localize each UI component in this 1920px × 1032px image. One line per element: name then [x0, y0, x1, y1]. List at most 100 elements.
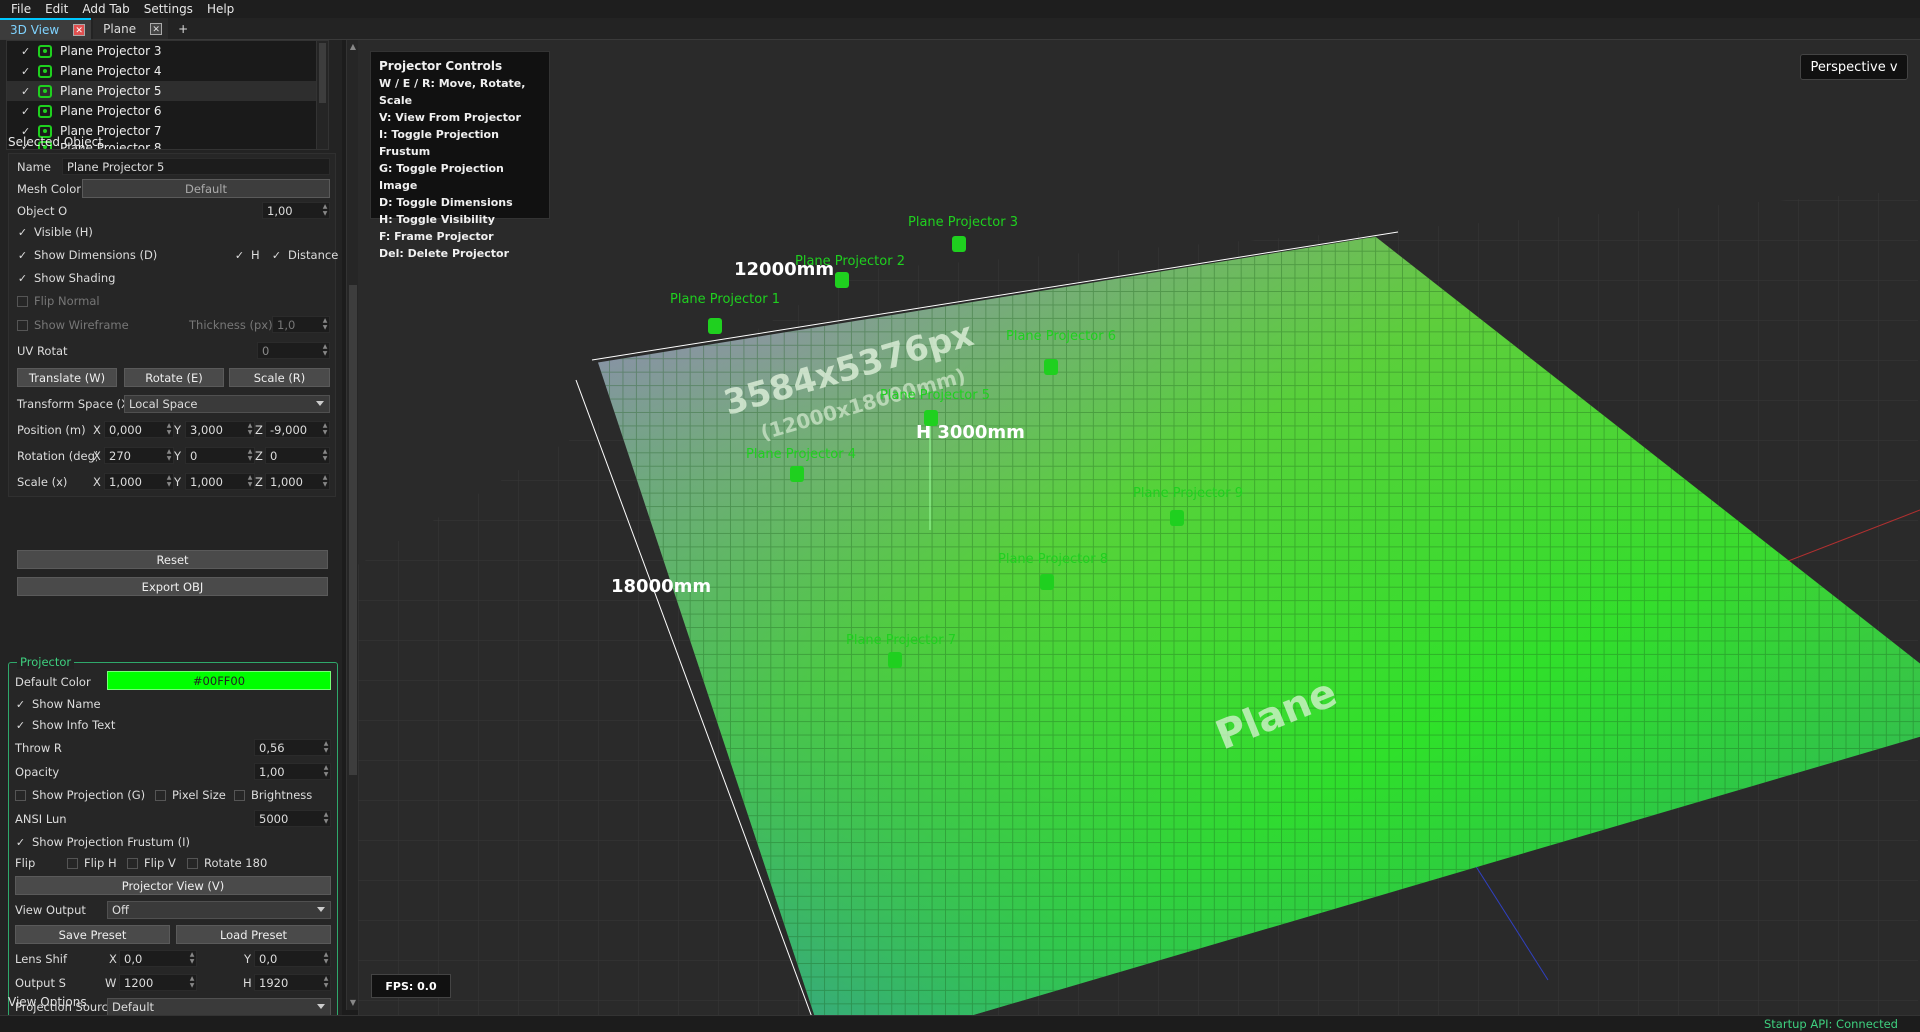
translate-button[interactable]: Translate (W) — [17, 368, 117, 387]
show-name-checkbox[interactable]: ✓ Show Name — [15, 695, 101, 713]
scale-x-stepper[interactable]: 1,000 ▲ ▼ — [104, 473, 174, 490]
pixel-size-checkbox[interactable]: Pixel Size — [155, 786, 226, 804]
spin-arrows-icon[interactable]: ▲ ▼ — [322, 764, 330, 779]
rotation-z-stepper[interactable]: 0 ▲ ▼ — [265, 447, 330, 464]
lens-shift-label: Lens Shif — [15, 952, 68, 966]
position-z-stepper[interactable]: -9,000 ▲ ▼ — [265, 421, 330, 438]
scroll-up-icon[interactable]: ▲ — [348, 42, 358, 52]
checkbox-empty-icon — [155, 789, 166, 801]
brightness-checkbox[interactable]: Brightness — [234, 786, 312, 804]
scrollbar-thumb[interactable] — [319, 43, 326, 103]
transform-space-dropdown[interactable]: Local Space — [124, 395, 330, 413]
spin-arrows-icon[interactable]: ▲ ▼ — [321, 422, 329, 437]
rotate-button[interactable]: Rotate (E) — [124, 368, 224, 387]
show-wireframe-checkbox[interactable]: Show Wireframe — [17, 316, 129, 334]
spin-arrows-icon[interactable]: ▲ ▼ — [321, 203, 329, 218]
checkbox-checked[interactable]: ✓ — [21, 86, 32, 97]
spin-arrows-icon[interactable]: ▲ ▼ — [322, 951, 330, 966]
visible-checkbox[interactable]: ✓ Visible (H) — [17, 223, 93, 241]
ansi-lumens-stepper[interactable]: 5000 ▲ ▼ — [254, 810, 331, 827]
h-checkbox[interactable]: ✓ H — [234, 246, 260, 264]
position-y-stepper[interactable]: 3,000 ▲ ▼ — [185, 421, 255, 438]
spin-arrows-icon[interactable]: ▲ ▼ — [188, 975, 196, 990]
spin-arrows-icon[interactable]: ▲ ▼ — [321, 474, 329, 489]
lens-shift-y-stepper[interactable]: 0,0 ▲ ▼ — [254, 950, 331, 967]
projector-3[interactable]: Plane Projector 3 — [908, 215, 1018, 252]
add-tab-button[interactable]: + — [170, 18, 196, 39]
mesh-color-button[interactable]: Default — [82, 179, 330, 198]
list-item[interactable]: ✓ Plane Projector 3 — [7, 41, 328, 61]
flip-h-checkbox[interactable]: Flip H — [67, 854, 117, 872]
tab-label: Plane — [103, 21, 137, 36]
default-color-button[interactable]: #00FF00 — [107, 671, 331, 690]
output-height-stepper[interactable]: 1920 ▲ ▼ — [254, 974, 331, 991]
uv-rotate-stepper[interactable]: 0 ▲ ▼ — [257, 342, 330, 359]
checkbox-checked[interactable]: ✓ — [21, 46, 32, 57]
tab-3d-view[interactable]: 3D View ✕ — [0, 18, 92, 39]
name-field[interactable]: Plane Projector 5 — [62, 158, 330, 175]
load-preset-button[interactable]: Load Preset — [176, 925, 331, 944]
close-icon[interactable]: ✕ — [73, 23, 86, 36]
position-x-stepper[interactable]: 0,000 ▲ ▼ — [104, 421, 174, 438]
menu-add-tab[interactable]: Add Tab — [75, 2, 136, 16]
menu-help[interactable]: Help — [200, 2, 241, 16]
checkbox-checked[interactable]: ✓ — [21, 106, 32, 117]
spin-arrows-icon[interactable]: ▲ ▼ — [321, 448, 329, 463]
spin-arrows-icon[interactable]: ▲ ▼ — [321, 317, 329, 332]
3d-viewport[interactable]: 12000mm 18000mm H 3000mm 3584x5376px (12… — [358, 40, 1920, 1015]
scroll-down-icon[interactable]: ▼ — [348, 998, 358, 1008]
spin-arrows-icon[interactable]: ▲ ▼ — [321, 343, 329, 358]
flip-normal-checkbox[interactable]: Flip Normal — [17, 292, 100, 310]
list-scrollbar[interactable] — [316, 41, 328, 149]
scale-button[interactable]: Scale (R) — [229, 368, 330, 387]
menu-file[interactable]: File — [4, 2, 38, 16]
checkbox-checked[interactable]: ✓ — [21, 66, 32, 77]
view-output-dropdown[interactable]: Off — [107, 901, 331, 919]
menu-edit[interactable]: Edit — [38, 2, 75, 16]
rotation-y-stepper[interactable]: 0 ▲ ▼ — [185, 447, 255, 464]
show-projection-checkbox[interactable]: Show Projection (G) — [15, 786, 145, 804]
list-item[interactable]: ✓ Plane Projector 6 — [7, 101, 328, 121]
view-options-header[interactable]: View Options — [8, 995, 87, 1009]
rotate-180-checkbox[interactable]: Rotate 180 — [187, 854, 267, 872]
show-shading-checkbox[interactable]: ✓ Show Shading — [17, 269, 116, 287]
output-width-stepper[interactable]: 1200 ▲ ▼ — [119, 974, 197, 991]
lens-shift-x-stepper[interactable]: 0,0 ▲ ▼ — [119, 950, 197, 967]
spin-arrows-icon[interactable]: ▲ ▼ — [322, 811, 330, 826]
show-dimensions-checkbox[interactable]: ✓ Show Dimensions (D) — [17, 246, 157, 264]
thickness-stepper[interactable]: 1,0 ▲ ▼ — [272, 316, 330, 333]
flip-v-checkbox[interactable]: Flip V — [127, 854, 176, 872]
scale-z-stepper[interactable]: 1,000 ▲ ▼ — [265, 473, 330, 490]
projector-view-button[interactable]: Projector View (V) — [15, 876, 331, 895]
sidebar-scrollbar[interactable]: ▲ ▼ — [346, 40, 358, 1010]
spin-arrows-icon[interactable]: ▲ ▼ — [246, 422, 254, 437]
perspective-dropdown[interactable]: Perspective v — [1800, 54, 1908, 80]
export-obj-button[interactable]: Export OBJ — [17, 577, 328, 596]
show-frustum-checkbox[interactable]: ✓ Show Projection Frustum (I) — [15, 833, 190, 851]
throw-ratio-stepper[interactable]: 0,56 ▲ ▼ — [254, 739, 331, 756]
opacity-stepper[interactable]: 1,00 ▲ ▼ — [254, 763, 331, 780]
menu-settings[interactable]: Settings — [137, 2, 200, 16]
spin-arrows-icon[interactable]: ▲ ▼ — [322, 740, 330, 755]
close-icon[interactable]: ✕ — [150, 22, 163, 35]
scrollbar-thumb[interactable] — [349, 285, 357, 775]
rotation-x-stepper[interactable]: 270 ▲ ▼ — [104, 447, 174, 464]
list-item[interactable]: ✓ Plane Projector 4 — [7, 61, 328, 81]
tab-plane[interactable]: Plane ✕ — [93, 18, 169, 39]
show-info-checkbox[interactable]: ✓ Show Info Text — [15, 716, 115, 734]
reset-button[interactable]: Reset — [17, 550, 328, 569]
spin-arrows-icon[interactable]: ▲ ▼ — [165, 448, 173, 463]
distance-checkbox[interactable]: ✓ Distance — [271, 246, 338, 264]
spin-arrows-icon[interactable]: ▲ ▼ — [246, 474, 254, 489]
scale-y-stepper[interactable]: 1,000 ▲ ▼ — [185, 473, 255, 490]
spin-arrows-icon[interactable]: ▲ ▼ — [246, 448, 254, 463]
object-opacity-stepper[interactable]: 1,00 ▲ ▼ — [262, 202, 330, 219]
spin-arrows-icon[interactable]: ▲ ▼ — [322, 975, 330, 990]
projection-source-dropdown[interactable]: Default — [107, 998, 331, 1015]
scene-canvas[interactable]: 12000mm 18000mm H 3000mm 3584x5376px (12… — [358, 40, 1920, 1015]
spin-arrows-icon[interactable]: ▲ ▼ — [165, 422, 173, 437]
save-preset-button[interactable]: Save Preset — [15, 925, 170, 944]
spin-arrows-icon[interactable]: ▲ ▼ — [188, 951, 196, 966]
spin-arrows-icon[interactable]: ▲ ▼ — [165, 474, 173, 489]
list-item[interactable]: ✓ Plane Projector 5 — [7, 81, 328, 101]
